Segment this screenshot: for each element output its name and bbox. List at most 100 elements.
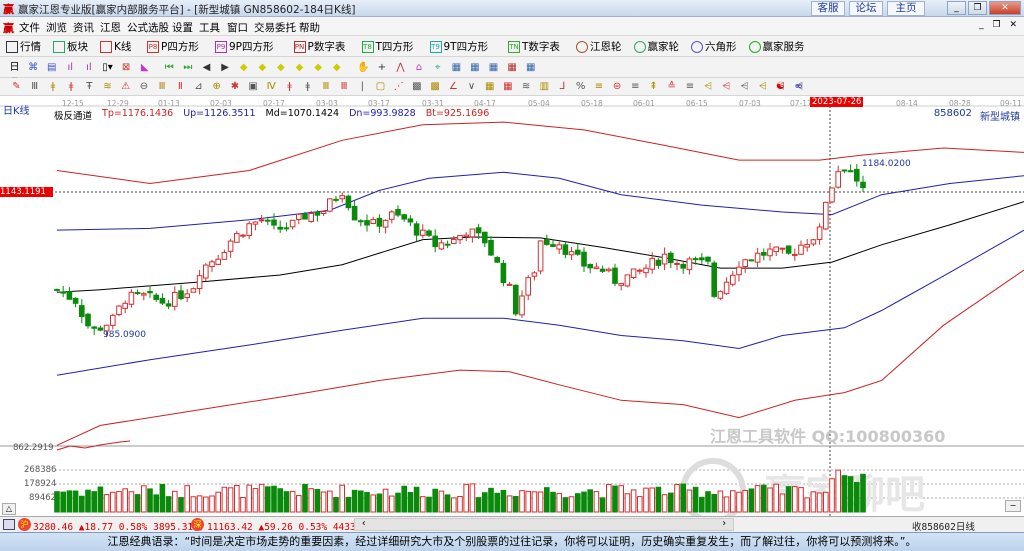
toolbar-pn-button[interactable]: PN P数字表 bbox=[293, 39, 345, 54]
toolbar-t8-button[interactable]: T8 T四方形 bbox=[361, 39, 413, 54]
menu-trade[interactable]: 交易委托 bbox=[254, 20, 296, 35]
collapse-panel-button[interactable]: △ bbox=[2, 503, 16, 515]
tool-icon-5[interactable]: ▯▾ bbox=[101, 61, 114, 74]
tool-icon-0[interactable]: 日▾ bbox=[8, 61, 21, 86]
drawing-tool-icon-28[interactable]: ≋ bbox=[520, 80, 533, 93]
tool-icon-7[interactable]: ◣ bbox=[138, 61, 151, 74]
tool-icon-27[interactable]: ▦ bbox=[524, 61, 537, 74]
tool-icon-21[interactable]: ⌂ bbox=[413, 61, 426, 74]
toolbar-wheel2-icon-button[interactable]: 赢家轮 bbox=[633, 39, 679, 54]
toolbar-tn-button[interactable]: TN T数字表 bbox=[508, 39, 560, 54]
drawing-tool-icon-6[interactable]: ⚠ bbox=[119, 80, 132, 93]
toolbar-blocks-icon-button[interactable]: 板块 bbox=[53, 39, 88, 54]
drawing-tool-icon-2[interactable]: ǂ bbox=[46, 80, 59, 93]
tool-icon-22[interactable]: ⌖ bbox=[431, 61, 444, 74]
menu-settings[interactable]: 设置 bbox=[172, 20, 193, 35]
period-label[interactable]: 日K线 bbox=[3, 102, 30, 117]
mdi-controls[interactable]: _ ❐ ✕ bbox=[979, 20, 1020, 30]
close-button[interactable]: ✕ bbox=[989, 1, 1021, 15]
drawing-tool-icon-0[interactable]: ✎ bbox=[10, 80, 23, 93]
drawing-tool-icon-4[interactable]: Ŧ bbox=[83, 80, 96, 93]
drawing-tool-icon-9[interactable]: Ⅱ bbox=[174, 80, 187, 93]
drawing-tool-icon-27[interactable]: ▦ bbox=[501, 80, 514, 93]
drawing-tool-icon-16[interactable]: ǂ bbox=[301, 80, 314, 93]
tool-icon-23[interactable]: ▦ bbox=[450, 61, 463, 74]
drawing-tool-icon-14[interactable]: Ⅳ bbox=[265, 80, 278, 93]
tool-icon-1[interactable]: ⌘ bbox=[27, 61, 40, 74]
tool-icon-11[interactable]: ▶ bbox=[219, 61, 232, 74]
drawing-tool-icon-35[interactable]: ⇞ bbox=[647, 80, 660, 93]
customer-service-link[interactable]: 客服 bbox=[811, 1, 845, 16]
toolbar-p8-button[interactable]: P8 P四方形 bbox=[147, 39, 199, 54]
drawing-tool-icon-8[interactable]: Ⅲ bbox=[156, 80, 169, 93]
infinity-icon[interactable]: ∞ bbox=[792, 80, 805, 93]
drawing-tool-icon-22[interactable]: ▩ bbox=[410, 80, 423, 93]
tool-icon-24[interactable]: ▦ bbox=[468, 61, 481, 74]
horizontal-scrollbar[interactable]: ‹ › bbox=[354, 518, 734, 531]
tool-icon-13[interactable]: ◆ bbox=[256, 61, 269, 74]
menu-help[interactable]: 帮助 bbox=[299, 20, 320, 35]
toolbar-dollar-icon-button[interactable]: 赢家服务 bbox=[748, 39, 805, 54]
tool-icon-25[interactable]: ▦ bbox=[487, 61, 500, 74]
tool-icon-3[interactable]: ıl bbox=[64, 61, 77, 74]
toolbar-t9-button[interactable]: T9 9T四方形 bbox=[429, 39, 488, 54]
drawing-tool-icon-13[interactable]: ▣ bbox=[247, 80, 260, 93]
drawing-tool-icon-31[interactable]: % bbox=[574, 80, 587, 93]
tool-icon-15[interactable]: ◆ bbox=[293, 61, 306, 74]
drawing-tool-icon-21[interactable]: ⋰ bbox=[392, 80, 405, 93]
tool-icon-6[interactable]: ⊠ bbox=[120, 61, 133, 74]
menu-browse[interactable]: 浏览 bbox=[46, 20, 67, 35]
tool-icon-19[interactable]: + bbox=[375, 61, 388, 74]
menu-file[interactable]: 文件 bbox=[19, 20, 40, 35]
toolbar-wheel-icon-button[interactable]: 江恩轮 bbox=[576, 39, 622, 54]
drawing-tool-icon-24[interactable]: ∠ bbox=[447, 80, 460, 93]
tool-icon-18[interactable]: ✋ bbox=[357, 61, 370, 74]
drawing-tool-icon-15[interactable]: ǂ bbox=[283, 80, 296, 93]
toolbar-p9-button[interactable]: P9 9P四方形 bbox=[215, 39, 274, 54]
drawing-tool-icon-20[interactable]: ▢ bbox=[374, 80, 387, 93]
tool-icon-8[interactable]: ⏮ bbox=[163, 61, 176, 74]
tool-icon-20[interactable]: ⋀ bbox=[394, 61, 407, 74]
menu-formula[interactable]: 公式选股 bbox=[127, 20, 169, 35]
drawing-tool-icon-11[interactable]: ⊕ bbox=[210, 80, 223, 93]
drawing-tool-icon-33[interactable]: ⊜ bbox=[611, 80, 624, 93]
drawing-tool-icon-30[interactable]: ⅃ bbox=[556, 80, 569, 93]
tool-icon-17[interactable]: ◆ bbox=[330, 61, 343, 74]
forum-link[interactable]: 论坛 bbox=[849, 1, 883, 16]
tool-icon-4[interactable]: ıl bbox=[82, 61, 95, 74]
tool-icon-10[interactable]: ◀ bbox=[200, 61, 213, 74]
tool-icon-26[interactable]: ▦ bbox=[506, 61, 519, 74]
drawing-tool-icon-38[interactable]: ⩤ bbox=[702, 80, 715, 93]
toolbar-candle-icon-button[interactable]: K线 bbox=[100, 39, 131, 54]
toolbar-hexagon-icon-button[interactable]: 六角形 bbox=[691, 39, 737, 54]
restore-button[interactable]: ❐ bbox=[968, 1, 987, 15]
drawing-tool-icon-5[interactable]: ≋ bbox=[101, 80, 114, 93]
drawing-tool-icon-41[interactable]: ⩤ bbox=[756, 80, 769, 93]
tool-icon-12[interactable]: ◆ bbox=[237, 61, 250, 74]
drawing-tool-icon-7[interactable]: ⊖ bbox=[137, 80, 150, 93]
scroll-right-icon[interactable]: › bbox=[721, 518, 727, 529]
drawing-tool-icon-34[interactable]: ≡ bbox=[629, 80, 642, 93]
toolbar-grid-icon-button[interactable]: 行情 bbox=[6, 39, 41, 54]
drawing-tool-icon-29[interactable]: ▥ bbox=[538, 80, 551, 93]
drawing-tool-icon-32[interactable]: ≡ bbox=[592, 80, 605, 93]
minimize-button[interactable]: _ bbox=[947, 1, 966, 15]
drawing-tool-icon-36[interactable]: ≙ bbox=[665, 80, 678, 93]
menu-gann[interactable]: 江恩 bbox=[100, 20, 121, 35]
yin-yang-icon[interactable]: ☯ bbox=[774, 80, 787, 93]
scroll-left-icon[interactable]: ‹ bbox=[361, 518, 367, 529]
drawing-tool-icon-10[interactable]: ⊿ bbox=[192, 80, 205, 93]
drawing-tool-icon-40[interactable]: ⩤ bbox=[738, 80, 751, 93]
tool-icon-2[interactable]: ▤ bbox=[45, 61, 58, 74]
drawing-tool-icon-17[interactable]: Ⅲ bbox=[319, 80, 332, 93]
drawing-tool-icon-23[interactable]: ▩ bbox=[429, 80, 442, 93]
drawing-tool-icon-25[interactable]: ∨ bbox=[465, 80, 478, 93]
calculator-icon[interactable] bbox=[3, 519, 15, 530]
tool-icon-9[interactable]: ⏭ bbox=[181, 61, 194, 74]
menu-window[interactable]: 窗口 bbox=[227, 20, 248, 35]
drawing-tool-icon-37[interactable]: ≡ bbox=[683, 80, 696, 93]
drawing-tool-icon-1[interactable]: Ⅲ bbox=[28, 80, 41, 93]
drawing-tool-icon-39[interactable]: ⩤ bbox=[720, 80, 733, 93]
tool-icon-16[interactable]: ◆ bbox=[312, 61, 325, 74]
drawing-tool-icon-19[interactable]: | bbox=[356, 80, 369, 93]
